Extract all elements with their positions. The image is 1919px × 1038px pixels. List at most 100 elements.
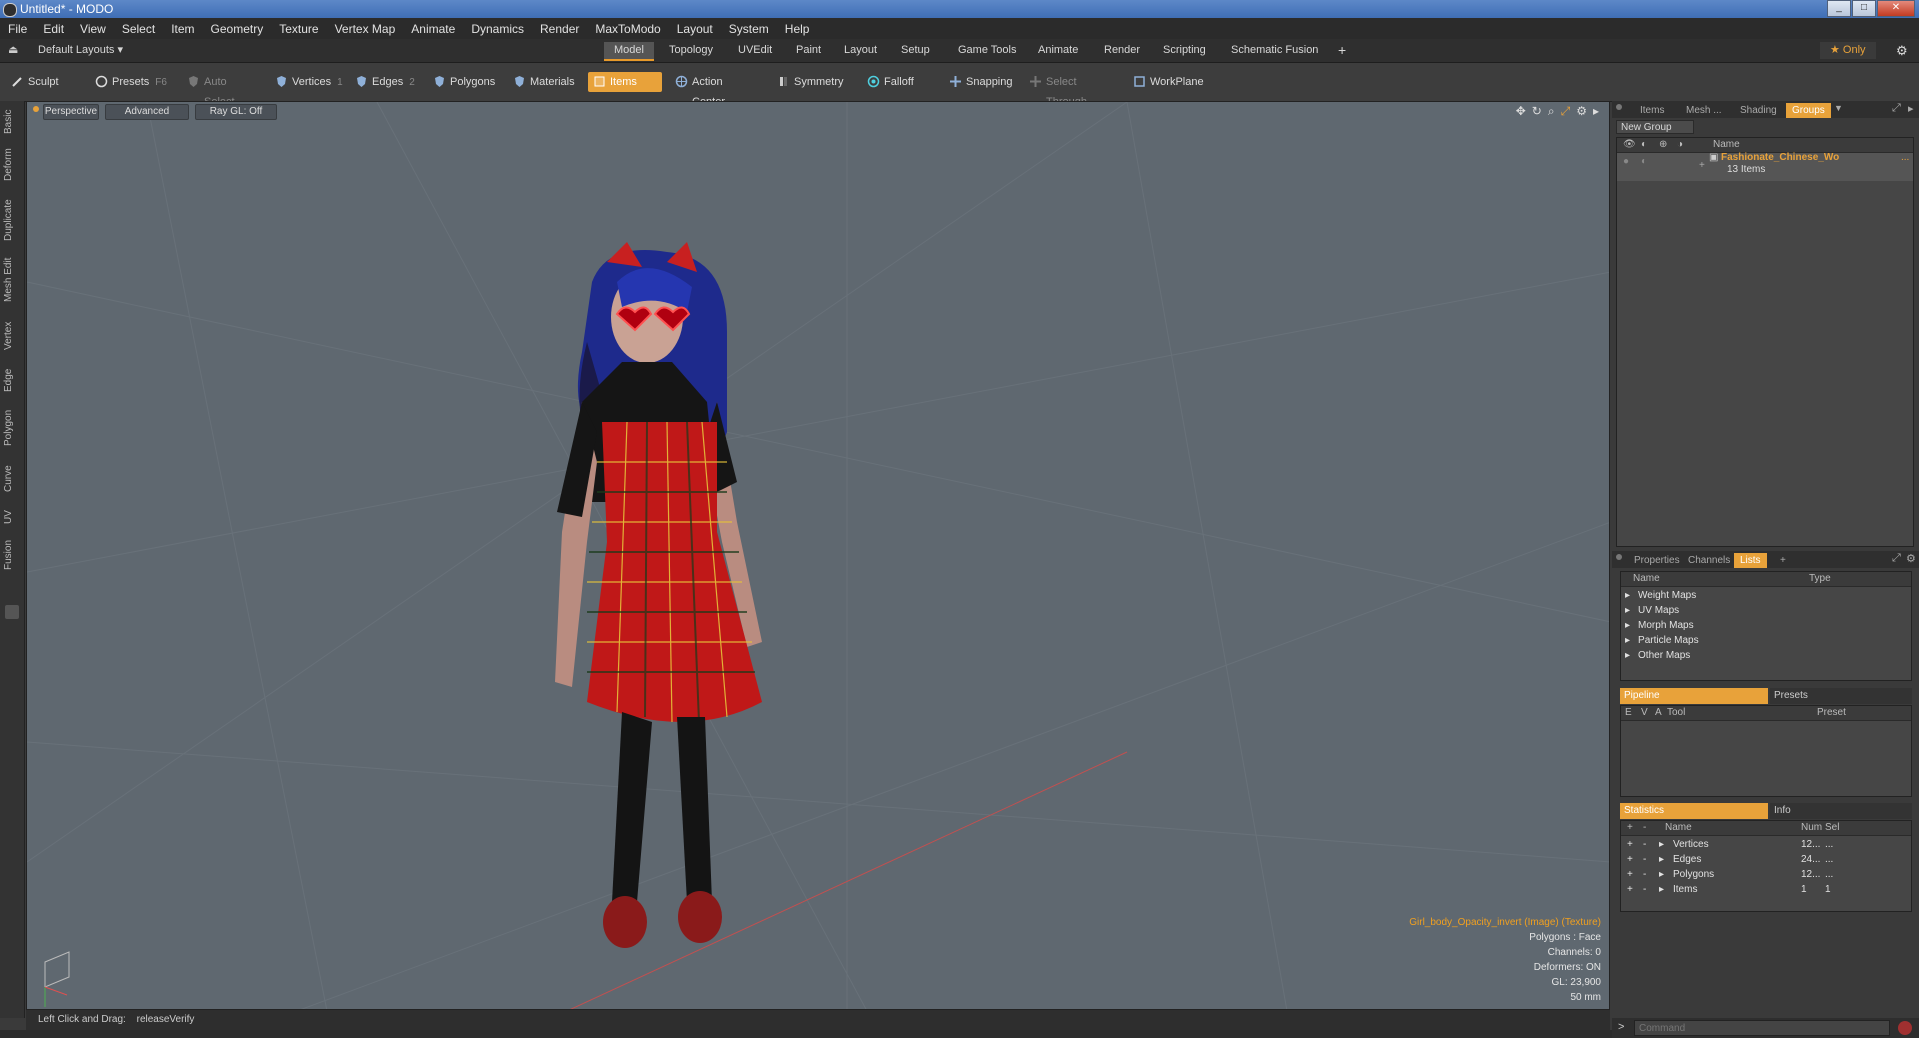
auto-select-button[interactable]: Auto Select (182, 72, 264, 108)
default-layouts-dropdown[interactable]: Default Layouts ▾ (28, 42, 133, 59)
add-icon[interactable]: + (1627, 852, 1633, 867)
tab-model[interactable]: Model (604, 42, 654, 61)
tab-scripting[interactable]: Scripting (1153, 42, 1216, 59)
menu-system[interactable]: System (721, 22, 777, 36)
minimize-button[interactable]: _ (1827, 0, 1851, 17)
workplane-button[interactable]: WorkPlane (1128, 72, 1212, 92)
vtab-duplicate[interactable]: Duplicate (3, 195, 21, 245)
tab-properties[interactable]: Properties (1628, 553, 1686, 568)
vtab-polygon[interactable]: Polygon (3, 403, 21, 453)
menu-texture[interactable]: Texture (271, 22, 326, 36)
vtab-deform[interactable]: Deform (3, 145, 21, 185)
menu-animate[interactable]: Animate (403, 22, 463, 36)
vtab-fusion[interactable]: Fusion (3, 535, 21, 575)
tab-topology[interactable]: Topology (659, 42, 723, 59)
add-panel-tab[interactable]: + (1774, 553, 1792, 568)
vtab-basic[interactable]: Basic (3, 105, 21, 139)
remove-icon[interactable]: - (1643, 882, 1646, 897)
sculpt-button[interactable]: Sculpt (6, 72, 86, 92)
items-button[interactable]: Items (588, 72, 662, 92)
menu-maxtomodo[interactable]: MaxToModo (587, 22, 668, 36)
add-icon[interactable]: + (1627, 837, 1633, 852)
remove-icon[interactable]: - (1643, 867, 1646, 882)
tab-setup[interactable]: Setup (891, 42, 940, 59)
panel-menu-dot[interactable] (1616, 104, 1622, 110)
tab-channels[interactable]: Channels (1682, 553, 1736, 568)
only-toggle[interactable]: ★ Only (1820, 42, 1876, 59)
edges-button[interactable]: Edges 2 (350, 72, 426, 92)
list-item[interactable]: ▸ Particle Maps (1621, 633, 1911, 648)
layout-pin-icon[interactable]: ⏏ (8, 43, 18, 56)
group-visibility-icon[interactable]: ● (1623, 153, 1629, 171)
list-item[interactable]: ▸ UV Maps (1621, 603, 1911, 618)
menu-edit[interactable]: Edit (35, 22, 72, 36)
table-row[interactable]: + - ▸ Edges 24... ... (1621, 852, 1911, 867)
add-icon[interactable]: + (1627, 882, 1633, 897)
menu-render[interactable]: Render (532, 22, 587, 36)
table-row[interactable]: + - ▸ Items 1 1 (1621, 882, 1911, 897)
settings-gear-icon[interactable]: ⚙ (1896, 43, 1908, 59)
record-icon[interactable] (1898, 1021, 1912, 1035)
expand-plus-icon[interactable]: + (1699, 157, 1705, 175)
tab-game-tools[interactable]: Game Tools (948, 42, 1027, 59)
close-button[interactable]: ✕ (1877, 0, 1915, 17)
tab-uvedit[interactable]: UVEdit (728, 42, 782, 59)
materials-button[interactable]: Materials (508, 72, 578, 92)
menu-select[interactable]: Select (114, 22, 163, 36)
zoom-icon[interactable]: ⌕ (1548, 104, 1555, 119)
info-tab[interactable]: Info (1770, 803, 1912, 819)
presets-tab[interactable]: Presets (1770, 688, 1912, 704)
tab-schematic-fusion[interactable]: Schematic Fusion (1221, 42, 1328, 59)
perspective-button[interactable]: Perspective (43, 104, 99, 120)
advanced-button[interactable]: Advanced (105, 104, 189, 120)
group-row[interactable]: ● ◐ + ▣ Fashionate_Chinese_Wo ... 13 Ite… (1617, 152, 1913, 181)
viewport-settings-icon[interactable]: ⚙ (1576, 104, 1587, 119)
vtab-uv[interactable]: UV (3, 505, 21, 529)
table-row[interactable]: + - ▸ Polygons 12... ... (1621, 867, 1911, 882)
pan-icon[interactable]: ✥ (1516, 104, 1526, 119)
add-tab-button[interactable]: + (1328, 42, 1356, 59)
tab-items[interactable]: Items (1634, 103, 1670, 118)
remove-icon[interactable]: - (1643, 852, 1646, 867)
tab-shading[interactable]: Shading (1734, 103, 1783, 118)
menu-file[interactable]: File (0, 22, 35, 36)
tab-dropdown-icon[interactable]: ▼ (1834, 103, 1843, 113)
ray-gl-button[interactable]: Ray GL: Off (195, 104, 277, 120)
tab-toggle-button[interactable] (5, 605, 19, 619)
menu-dynamics[interactable]: Dynamics (463, 22, 532, 36)
command-input[interactable] (1634, 1020, 1890, 1036)
group-render-icon[interactable]: ◐ (1641, 153, 1647, 171)
tab-layout[interactable]: Layout (834, 42, 887, 59)
menu-layout[interactable]: Layout (669, 22, 721, 36)
vertices-button[interactable]: Vertices 1 (270, 72, 352, 92)
menu-vertex-map[interactable]: Vertex Map (327, 22, 404, 36)
fit-icon[interactable]: ⤢ (1561, 104, 1571, 119)
tab-animate[interactable]: Animate (1028, 42, 1088, 59)
add-icon[interactable]: + (1627, 867, 1633, 882)
vtab-vertex[interactable]: Vertex (3, 315, 21, 357)
table-row[interactable]: + - ▸ Vertices 12... ... (1621, 837, 1911, 852)
menu-item[interactable]: Item (163, 22, 202, 36)
remove-icon[interactable]: - (1643, 837, 1646, 852)
3d-viewport[interactable]: Perspective Advanced Ray GL: Off ✥ ↻ ⌕ ⤢… (26, 101, 1610, 1010)
menu-view[interactable]: View (72, 22, 114, 36)
vtab-mesh-edit[interactable]: Mesh Edit (3, 253, 21, 307)
vtab-curve[interactable]: Curve (3, 459, 21, 499)
vtab-edge[interactable]: Edge (3, 363, 21, 397)
new-group-button[interactable]: New Group (1616, 120, 1694, 134)
tab-paint[interactable]: Paint (786, 42, 831, 59)
pipeline-tab[interactable]: Pipeline (1620, 688, 1768, 704)
polygons-button[interactable]: Polygons (428, 72, 500, 92)
list-item[interactable]: ▸ Morph Maps (1621, 618, 1911, 633)
panel-expand-icon[interactable]: ⤢ (1892, 102, 1901, 115)
falloff-button[interactable]: Falloff (862, 72, 936, 92)
snapping-button[interactable]: Snapping (944, 72, 1022, 92)
panel-gear-icon[interactable]: ⚙ (1906, 552, 1916, 565)
tab-mesh[interactable]: Mesh ... (1680, 103, 1728, 118)
select-through-button[interactable]: Select Through (1024, 72, 1124, 108)
panel-arrow-icon[interactable]: ▸ (1908, 102, 1914, 115)
tab-lists[interactable]: Lists (1734, 553, 1767, 568)
rotate-icon[interactable]: ↻ (1532, 104, 1542, 119)
presets-button[interactable]: Presets F6 (90, 72, 170, 92)
action-center-button[interactable]: Action Center (670, 72, 764, 108)
